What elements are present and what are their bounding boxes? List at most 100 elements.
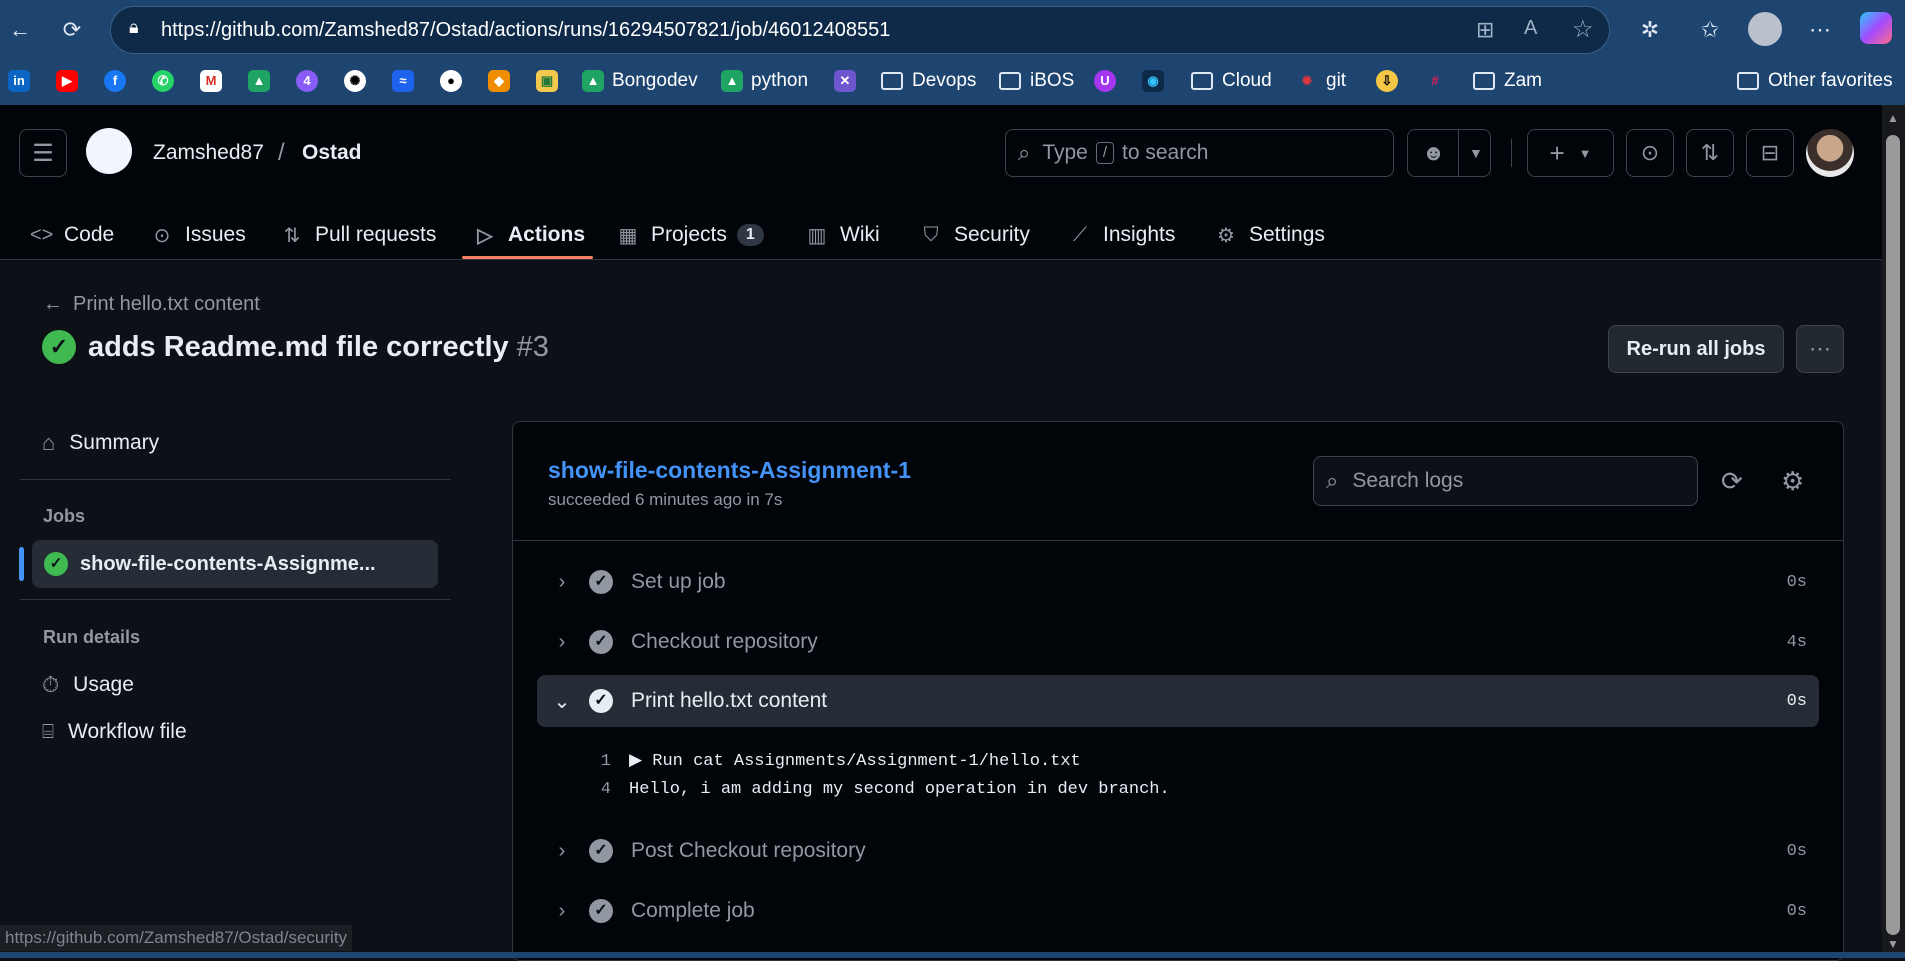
tab-security[interactable]: ⛉ Security <box>920 210 1030 260</box>
chevron-down-icon: ⌄ <box>553 690 571 713</box>
package-icon[interactable]: ◆ <box>488 66 518 96</box>
run-title: adds Readme.md file correctly <box>88 330 509 363</box>
extensions-icon[interactable]: ✲ <box>1636 16 1664 44</box>
linkedin-icon[interactable]: in <box>8 66 38 96</box>
openai-icon[interactable]: ✺ <box>344 66 374 96</box>
bookmarks-bar: in ▶ f ✆ M ▲ 4 ✺ ≈ ● ◆ ▣ ▲ Bongodev ▲ pyth… <box>0 62 1905 100</box>
more-menu-icon[interactable]: ⋯ <box>1806 16 1834 44</box>
window-bottom-edge <box>0 952 1905 958</box>
refresh-icon[interactable]: ⟳ <box>58 16 86 44</box>
chevron-right-icon: › <box>558 630 566 653</box>
sidebar-job-item[interactable]: ✓ show-file-contents-Assignme... <box>32 540 438 588</box>
inbox-icon: ⊟ <box>1760 140 1780 165</box>
pull-requests-button[interactable]: ⇅ <box>1686 129 1734 177</box>
repo-name-link[interactable]: Ostad <box>302 141 362 165</box>
favorites-icon[interactable]: ✩ <box>1696 16 1724 44</box>
log-line[interactable]: 1 ▶ Run cat Assignments/Assignment-1/hell… <box>561 750 1081 771</box>
pull-request-icon: ⇅ <box>1700 140 1720 165</box>
scroll-down-arrow-icon[interactable]: ▼ <box>1887 937 1899 951</box>
job-name[interactable]: show-file-contents-Assignment-1 <box>548 457 911 484</box>
check-icon: ✓ <box>589 570 613 594</box>
facebook-icon[interactable]: f <box>104 66 134 96</box>
other-favorites[interactable]: Other favorites <box>1737 66 1893 96</box>
step-print-hello-txt[interactable]: ⌄ ✓ Print hello.txt content 0s <box>537 675 1819 727</box>
create-new-button[interactable]: + ▼ <box>1527 129 1614 177</box>
bookmark-devops[interactable]: Devops <box>881 66 976 96</box>
search-input[interactable]: ⌕ Type / to search <box>1005 129 1394 177</box>
tab-wiki[interactable]: ▥ Wiki <box>806 210 880 260</box>
refresh-icon[interactable]: ⟳ <box>1721 466 1743 497</box>
udemy-icon[interactable]: U <box>1094 66 1124 96</box>
issues-button[interactable]: ⊙ <box>1626 129 1674 177</box>
home-icon: ⌂ <box>42 430 56 455</box>
back-arrow-icon[interactable]: ← <box>6 16 34 44</box>
bookmark-git[interactable]: ✹ git <box>1296 66 1347 96</box>
tab-actions[interactable]: ▷ Actions <box>474 210 585 260</box>
more-options-button[interactable]: ⋯ <box>1796 325 1844 373</box>
app-available-icon[interactable]: ⊞ <box>1476 17 1494 43</box>
folder-icon <box>1473 72 1495 90</box>
tab-issues[interactable]: ⊙ Issues <box>151 210 246 260</box>
rerun-all-jobs-button[interactable]: Re-run all jobs <box>1608 325 1784 373</box>
inbox-button[interactable]: ⊟ <box>1746 129 1794 177</box>
search-logs-input[interactable]: ⌕ Search logs <box>1313 456 1698 506</box>
search-shortcut-key: / <box>1095 142 1115 164</box>
copilot-bookmark-icon[interactable]: 4 <box>296 66 326 96</box>
whatsapp-icon[interactable]: ✆ <box>152 66 182 96</box>
bookmark-zam[interactable]: Zam <box>1473 66 1542 96</box>
docker-icon[interactable]: ≈ <box>392 66 422 96</box>
sidebar-summary[interactable]: ⌂ Summary <box>42 430 159 456</box>
issue-icon: ⊙ <box>1640 140 1660 165</box>
sidebar-usage[interactable]: ⏱ Usage <box>42 672 134 698</box>
youtube-icon[interactable]: ▶ <box>56 66 86 96</box>
chevron-down-icon: ▼ <box>1458 130 1483 176</box>
favorite-star-icon[interactable]: ☆ <box>1572 15 1594 44</box>
read-aloud-icon[interactable]: A <box>1524 17 1537 40</box>
check-icon: ✓ <box>589 839 613 863</box>
bookmark-cloud[interactable]: Cloud <box>1191 66 1272 96</box>
back-link[interactable]: ← Print hello.txt content <box>43 293 260 316</box>
hamburger-menu-button[interactable]: ☰ <box>19 129 67 177</box>
user-avatar[interactable] <box>1806 129 1854 177</box>
profile-avatar[interactable] <box>1748 12 1782 46</box>
folder-icon <box>999 72 1021 90</box>
google-drive-icon: ▲ <box>721 70 743 92</box>
check-icon: ✓ <box>589 689 613 713</box>
chevron-right-icon: › <box>558 899 566 922</box>
copilot-icon[interactable] <box>1860 12 1892 44</box>
repo-owner-link[interactable]: Zamshed87 <box>153 141 264 165</box>
tab-settings[interactable]: ⚙ Settings <box>1215 210 1325 260</box>
step-checkout-repository[interactable]: › ✓ Checkout repository 4s <box>537 616 1819 668</box>
sidebar-workflow-file[interactable]: ⌸ Workflow file <box>42 720 187 744</box>
step-set-up-job[interactable]: › ✓ Set up job 0s <box>537 556 1819 608</box>
address-bar[interactable]: 🔒︎ https://github.com/Zamshed87/Ostad/ac… <box>110 6 1610 54</box>
github-logo-icon[interactable] <box>86 128 132 174</box>
table-icon: ▦ <box>618 224 638 247</box>
run-details-heading: Run details <box>43 627 141 647</box>
tab-insights[interactable]: ⟋ Insights <box>1069 210 1175 260</box>
google-drive-icon: ▲ <box>582 70 604 92</box>
google-drive-icon[interactable]: ▲ <box>248 66 278 96</box>
scrollbar-thumb[interactable] <box>1886 135 1900 935</box>
git-icon: ✹ <box>1301 73 1313 88</box>
bookmark-ibos[interactable]: iBOS <box>999 66 1074 96</box>
page-scrollbar[interactable]: ▲ ▼ <box>1882 105 1905 958</box>
bookmark-python[interactable]: ▲ python <box>721 66 808 96</box>
bookmark-bongodev[interactable]: ▲ Bongodev <box>582 66 698 96</box>
slack-icon[interactable]: # <box>1424 66 1454 96</box>
gear-icon[interactable]: ⚙ <box>1781 466 1804 497</box>
tool-bookmark-icon[interactable]: ✕ <box>834 66 864 96</box>
scroll-up-arrow-icon[interactable]: ▲ <box>1887 111 1899 125</box>
gmail-icon[interactable]: M <box>200 66 230 96</box>
download-bookmark-icon[interactable]: ⇩ <box>1376 66 1406 96</box>
tab-pull-requests[interactable]: ⇅ Pull requests <box>281 210 437 260</box>
eye-bookmark-icon[interactable]: ◉ <box>1142 66 1172 96</box>
tab-code[interactable]: <> Code <box>30 210 114 260</box>
copilot-button[interactable]: ☻ ▼ <box>1407 129 1491 177</box>
github-bookmark-icon[interactable]: ● <box>440 66 470 96</box>
step-post-checkout-repository[interactable]: › ✓ Post Checkout repository 0s <box>537 825 1819 877</box>
tab-projects[interactable]: ▦ Projects 1 <box>617 210 764 260</box>
image-bookmark-icon[interactable]: ▣ <box>536 66 566 96</box>
gear-icon: ⚙ <box>1217 224 1235 247</box>
step-complete-job[interactable]: › ✓ Complete job 0s <box>537 885 1819 937</box>
